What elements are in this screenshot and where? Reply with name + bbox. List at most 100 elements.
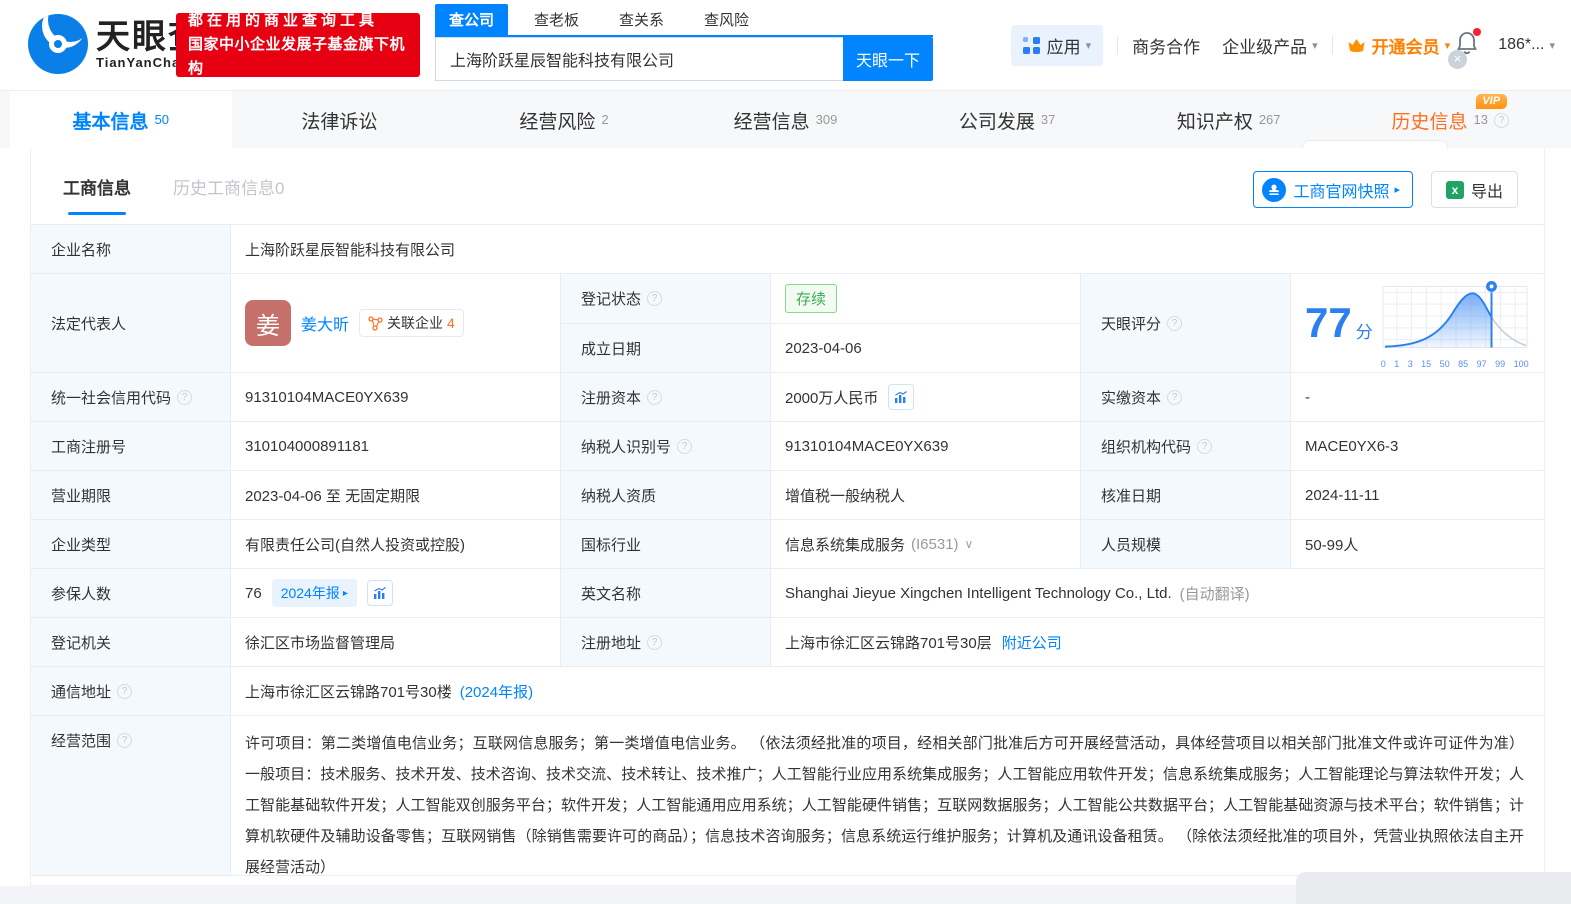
tab-operating-risk[interactable]: 经营风险 2	[453, 91, 675, 149]
field-label: 通信地址?	[31, 667, 231, 716]
taxpayer-id-value: 91310104MACE0YX639	[771, 422, 1081, 471]
help-icon[interactable]: ?	[1167, 315, 1183, 331]
reg-status-value: 存续	[771, 274, 1081, 324]
export-label: 导出	[1470, 183, 1503, 201]
credit-code-value: 91310104MACE0YX639	[231, 373, 561, 422]
avatar[interactable]: 姜	[245, 300, 291, 346]
export-button[interactable]: x 导出	[1430, 171, 1518, 208]
annual-report-link[interactable]: (2024年报)	[460, 681, 533, 702]
help-icon[interactable]: ?	[117, 683, 133, 699]
field-label: 工商注册号	[31, 422, 231, 471]
insured-chart-icon[interactable]	[366, 580, 393, 606]
divider	[1117, 36, 1119, 54]
search-tab-company[interactable]: 查公司	[435, 4, 509, 35]
help-icon[interactable]: ?	[1494, 112, 1509, 128]
tab-count: 13	[1473, 111, 1488, 127]
field-label: 组织机构代码?	[1081, 422, 1291, 471]
legal-rep-cell: 姜 姜大昕 关联企业 4	[231, 274, 561, 373]
search-tab-risk[interactable]: 查风险	[690, 4, 763, 35]
help-icon[interactable]: ?	[647, 634, 663, 650]
search-input[interactable]	[435, 37, 843, 81]
notification-bell-icon[interactable]	[1456, 27, 1482, 60]
field-label: 注册地址?	[561, 618, 771, 667]
chevron-down-icon: ▾	[1312, 39, 1318, 52]
field-label: 注册资本?	[561, 373, 771, 422]
floating-widget-partial	[1296, 872, 1571, 904]
field-label: 企业类型	[31, 520, 231, 569]
legal-rep-link[interactable]: 姜大昕	[301, 311, 349, 335]
help-icon[interactable]: ?	[117, 733, 133, 748]
nav-apps[interactable]: 应用 ▾	[1010, 24, 1104, 66]
field-label: 国标行业	[561, 520, 771, 569]
annual-report-tag[interactable]: 2024年报 ▸	[271, 579, 357, 607]
reg-number-value: 310104000891181	[231, 422, 561, 471]
snapshot-label: 工商官网快照	[1293, 183, 1390, 201]
subtab-history-registration[interactable]: 历史工商信息0	[173, 174, 284, 215]
help-icon[interactable]: ?	[1197, 438, 1213, 454]
divider	[1331, 36, 1333, 54]
stamp-icon	[1262, 177, 1287, 202]
insured-count-value: 76 2024年报 ▸	[231, 569, 561, 618]
chevron-down-icon: ▾	[1085, 39, 1092, 52]
score-unit: 分	[1355, 322, 1373, 342]
tab-basic-info[interactable]: 基本信息 50	[10, 91, 232, 149]
nav-enterprise[interactable]: 企业级产品 ▾	[1222, 33, 1318, 58]
search-area: 查公司 查老板 查关系 查风险 天眼一下	[435, 4, 933, 81]
official-snapshot-button[interactable]: 工商官网快照 ▸	[1253, 171, 1413, 208]
capital-chart-icon[interactable]	[888, 384, 915, 410]
auto-translate-note: (自动翻译)	[1179, 585, 1250, 603]
score-distribution-chart: 0 1 3 15 50 85 97 99 100	[1381, 278, 1529, 369]
nav-user[interactable]: 186*... ▾	[1498, 36, 1555, 54]
registration-table: 企业名称 上海阶跃星辰智能科技有限公司 法定代表人 姜 姜大昕 关联企业 4 登…	[31, 224, 1544, 876]
nav-vip-label: 开通会员	[1371, 37, 1440, 57]
tab-label: 历史信息	[1391, 111, 1468, 133]
help-icon[interactable]: ?	[647, 389, 663, 405]
subtab-business-registration[interactable]: 工商信息	[63, 174, 131, 215]
arrow-right-icon: ▸	[1394, 184, 1400, 196]
chevron-down-icon: ▾	[1549, 39, 1555, 52]
promo-banner: 都在用的商业查询工具 国家中小企业发展子基金旗下机构	[176, 12, 420, 77]
nav-cooperation[interactable]: 商务合作	[1132, 33, 1200, 58]
tyc-score-cell: 77 分 0 1 3 15 50 85 97 99 100	[1291, 274, 1544, 373]
tab-count: 37	[1040, 111, 1056, 127]
tab-legal[interactable]: 法律诉讼	[232, 91, 454, 149]
search-tab-relation[interactable]: 查关系	[605, 4, 678, 35]
help-icon[interactable]: ?	[677, 438, 693, 454]
nav-vip[interactable]: 开通会员 ▾	[1347, 33, 1451, 58]
related-companies-badge[interactable]: 关联企业 4	[359, 309, 464, 337]
org-code-value: MACE0YX6-3	[1291, 422, 1544, 471]
reg-capital-value: 2000万人民币	[771, 373, 1081, 422]
tab-count: 267	[1258, 111, 1281, 127]
field-label: 纳税人识别号?	[561, 422, 771, 471]
top-nav: 应用 ▾ 商务合作 企业级产品 ▾ 开通会员 ▾ 186*... ▾	[1010, 24, 1555, 66]
field-label: 实缴资本?	[1081, 373, 1291, 422]
reg-authority-value: 徐汇区市场监督管理局	[231, 618, 561, 667]
field-label: 法定代表人	[31, 274, 231, 373]
excel-icon: x	[1445, 180, 1464, 199]
chevron-down-icon[interactable]: ∨	[965, 537, 974, 551]
tab-company-development[interactable]: 公司发展 37	[896, 91, 1118, 149]
nearby-companies-link[interactable]: 附近公司	[1002, 632, 1062, 653]
search-tabs: 查公司 查老板 查关系 查风险	[435, 4, 933, 37]
banner-line2: 国家中小企业发展子基金旗下机构	[188, 36, 406, 77]
notification-dot	[1473, 27, 1482, 36]
search-button[interactable]: 天眼一下	[843, 37, 933, 81]
chevron-down-icon: ▾	[1444, 39, 1451, 52]
nav-apps-label: 应用	[1046, 37, 1081, 57]
logo-eye-icon	[28, 14, 88, 74]
help-icon[interactable]: ?	[177, 389, 193, 405]
field-label: 人员规模	[1081, 520, 1291, 569]
tab-label: 基本信息	[72, 111, 149, 133]
field-label: 参保人数	[31, 569, 231, 618]
tab-label: 知识产权	[1176, 111, 1253, 133]
help-icon[interactable]: ?	[647, 291, 663, 306]
company-type-value: 有限责任公司(自然人投资或控股)	[231, 520, 561, 569]
tab-business-info[interactable]: 经营信息 309	[675, 91, 897, 149]
tab-label: 法律诉讼	[301, 111, 378, 133]
help-icon[interactable]: ?	[1167, 389, 1183, 405]
field-label: 核准日期	[1081, 471, 1291, 520]
related-count: 4	[447, 315, 455, 331]
search-tab-boss[interactable]: 查老板	[520, 4, 593, 35]
tab-label: 公司发展	[958, 111, 1035, 133]
tab-label: 经营信息	[733, 111, 810, 133]
